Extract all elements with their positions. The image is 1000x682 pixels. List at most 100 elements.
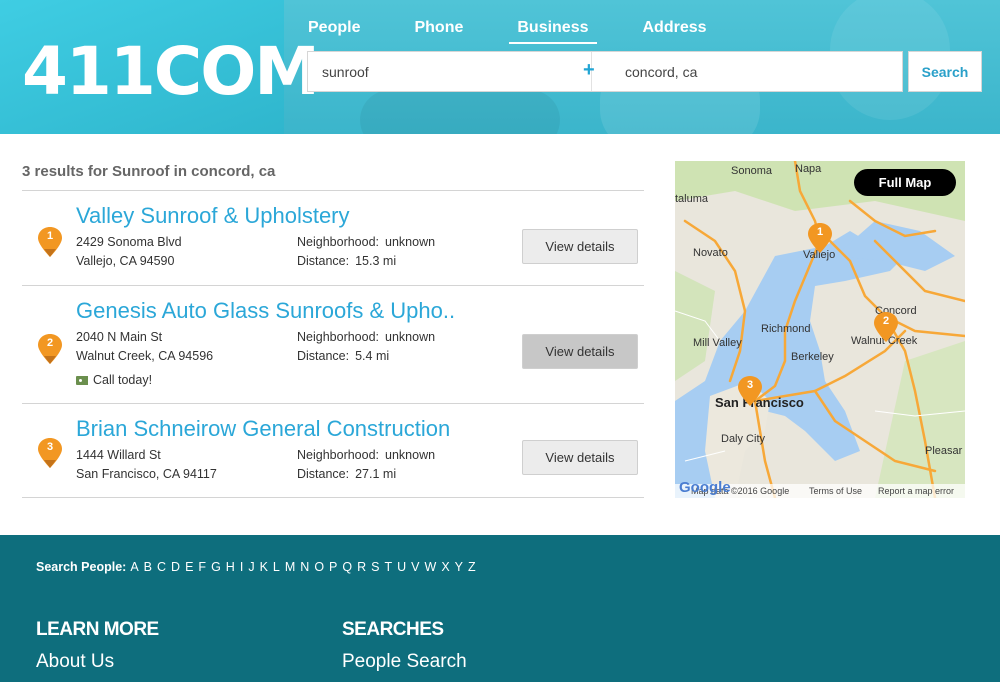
map-pin-icon: 2 bbox=[38, 334, 62, 364]
terms-of-use-link[interactable]: Terms of Use bbox=[809, 484, 862, 498]
alpha-letter-i[interactable]: I bbox=[240, 560, 243, 574]
map-label: Sonoma bbox=[731, 165, 772, 177]
business-meta: Neighborhood: unknown Distance: 5.4 mi bbox=[297, 328, 435, 366]
searches-heading: SEARCHES bbox=[342, 619, 444, 640]
alpha-letter-h[interactable]: H bbox=[226, 560, 235, 574]
alpha-letter-b[interactable]: B bbox=[144, 560, 152, 574]
map-label: taluma bbox=[675, 193, 709, 205]
report-map-error-link[interactable]: Report a map error bbox=[878, 484, 954, 498]
alpha-letter-c[interactable]: C bbox=[157, 560, 166, 574]
address-street: 2429 Sonoma Blvd bbox=[76, 235, 182, 249]
map-label: Berkeley bbox=[791, 351, 834, 363]
business-address: 1444 Willard St San Francisco, CA 94117 bbox=[76, 446, 217, 484]
alpha-letter-t[interactable]: T bbox=[385, 560, 393, 574]
result-item: 3 Brian Schneirow General Construction 1… bbox=[22, 404, 644, 498]
alpha-letter-k[interactable]: K bbox=[260, 560, 268, 574]
business-name-link[interactable]: Valley Sunroof & Upholstery bbox=[76, 203, 496, 229]
alpha-letter-v[interactable]: V bbox=[411, 560, 419, 574]
neighborhood-value: unknown bbox=[385, 448, 436, 462]
result-item: 1 Valley Sunroof & Upholstery 2429 Sonom… bbox=[22, 191, 644, 286]
search-box: + bbox=[307, 51, 903, 92]
address-city: Vallejo, CA 94590 bbox=[76, 254, 175, 268]
pin-number: 3 bbox=[46, 441, 54, 453]
pin-number: 2 bbox=[882, 315, 890, 327]
tab-business[interactable]: Business bbox=[509, 16, 597, 44]
search-button[interactable]: Search bbox=[908, 51, 982, 92]
distance-value: 5.4 mi bbox=[355, 349, 390, 363]
neighborhood-label: Neighborhood: bbox=[297, 330, 380, 344]
site-logo[interactable]: 411COM bbox=[22, 38, 320, 106]
location-search-input[interactable] bbox=[611, 52, 901, 91]
search-people-label: Search People: bbox=[36, 560, 127, 574]
pin-number: 1 bbox=[46, 230, 54, 242]
alpha-letter-j[interactable]: J bbox=[248, 560, 254, 574]
map-label: Daly City bbox=[721, 433, 766, 445]
business-search-input[interactable] bbox=[308, 52, 591, 91]
alpha-letter-m[interactable]: M bbox=[285, 560, 295, 574]
learn-more-heading: LEARN MORE bbox=[36, 619, 159, 640]
alpha-letter-s[interactable]: S bbox=[371, 560, 379, 574]
neighborhood-label: Neighborhood: bbox=[297, 448, 380, 462]
plus-icon: + bbox=[583, 59, 595, 81]
business-meta: Neighborhood: unknown Distance: 27.1 mi bbox=[297, 446, 435, 484]
about-us-link[interactable]: About Us bbox=[36, 651, 114, 673]
distance-value: 27.1 mi bbox=[355, 467, 397, 481]
alpha-letter-r[interactable]: R bbox=[357, 560, 366, 574]
map-label: Napa bbox=[795, 163, 822, 175]
alpha-letter-f[interactable]: F bbox=[198, 560, 206, 574]
alpha-letter-y[interactable]: Y bbox=[455, 560, 463, 574]
tab-phone[interactable]: Phone bbox=[406, 16, 471, 44]
search-type-tabs: People Phone Business Address bbox=[300, 16, 753, 44]
map-pin-icon[interactable]: 2 bbox=[874, 312, 898, 342]
pin-number: 2 bbox=[46, 337, 54, 349]
map-pin-icon[interactable]: 3 bbox=[738, 376, 762, 406]
address-city: Walnut Creek, CA 94596 bbox=[76, 349, 214, 363]
business-name-link[interactable]: Brian Schneirow General Construction bbox=[76, 416, 496, 442]
address-street: 2040 N Main St bbox=[76, 330, 163, 344]
view-details-button[interactable]: View details bbox=[522, 229, 638, 264]
neighborhood-label: Neighborhood: bbox=[297, 235, 380, 249]
view-details-button[interactable]: View details bbox=[522, 440, 638, 475]
alpha-letter-a[interactable]: A bbox=[130, 560, 138, 574]
alpha-letter-p[interactable]: P bbox=[329, 560, 337, 574]
alpha-letter-q[interactable]: Q bbox=[342, 560, 352, 574]
alpha-letter-o[interactable]: O bbox=[314, 560, 324, 574]
tab-address[interactable]: Address bbox=[635, 16, 715, 44]
distance-value: 15.3 mi bbox=[355, 254, 397, 268]
business-address: 2040 N Main St Walnut Creek, CA 94596 bbox=[76, 328, 213, 366]
call-today-tag[interactable]: Call today! bbox=[76, 373, 152, 387]
full-map-button[interactable]: Full Map bbox=[854, 169, 956, 196]
call-today-text: Call today! bbox=[93, 373, 153, 387]
tab-people[interactable]: People bbox=[300, 16, 368, 44]
site-header: 411COM People Phone Business Address + S… bbox=[0, 0, 1000, 134]
view-details-button[interactable]: View details bbox=[522, 334, 638, 369]
alpha-letter-x[interactable]: X bbox=[441, 560, 449, 574]
search-people-alphabet: Search People: A B C D E F G H I J K L M… bbox=[36, 560, 481, 574]
site-footer: Search People: A B C D E F G H I J K L M… bbox=[0, 535, 1000, 682]
business-name-link[interactable]: Genesis Auto Glass Sunroofs & Upho.. bbox=[76, 298, 496, 324]
distance-label: Distance: bbox=[297, 254, 350, 268]
alpha-letter-z[interactable]: Z bbox=[468, 560, 476, 574]
header-bg-decor bbox=[360, 90, 560, 134]
map-pin-icon[interactable]: 1 bbox=[808, 223, 832, 253]
people-search-link[interactable]: People Search bbox=[342, 651, 467, 673]
address-city: San Francisco, CA 94117 bbox=[76, 467, 217, 481]
google-logo[interactable]: Google bbox=[679, 479, 731, 496]
map-label: Mill Valley bbox=[693, 337, 742, 349]
alpha-letter-d[interactable]: D bbox=[171, 560, 180, 574]
business-address: 2429 Sonoma Blvd Vallejo, CA 94590 bbox=[76, 233, 182, 271]
results-map[interactable]: Sonoma Napa taluma Novato Vallejo Concor… bbox=[675, 161, 965, 498]
tag-icon bbox=[76, 375, 88, 385]
alpha-letter-w[interactable]: W bbox=[425, 560, 437, 574]
alpha-letter-n[interactable]: N bbox=[300, 560, 309, 574]
alpha-letter-l[interactable]: L bbox=[273, 560, 280, 574]
address-street: 1444 Willard St bbox=[76, 448, 161, 462]
distance-label: Distance: bbox=[297, 467, 350, 481]
neighborhood-value: unknown bbox=[385, 330, 436, 344]
alpha-letter-u[interactable]: U bbox=[397, 560, 406, 574]
map-canvas[interactable] bbox=[675, 161, 965, 498]
alpha-letter-e[interactable]: E bbox=[185, 560, 193, 574]
results-list: 1 Valley Sunroof & Upholstery 2429 Sonom… bbox=[22, 190, 644, 498]
alpha-letter-g[interactable]: G bbox=[211, 560, 221, 574]
business-meta: Neighborhood: unknown Distance: 15.3 mi bbox=[297, 233, 435, 271]
